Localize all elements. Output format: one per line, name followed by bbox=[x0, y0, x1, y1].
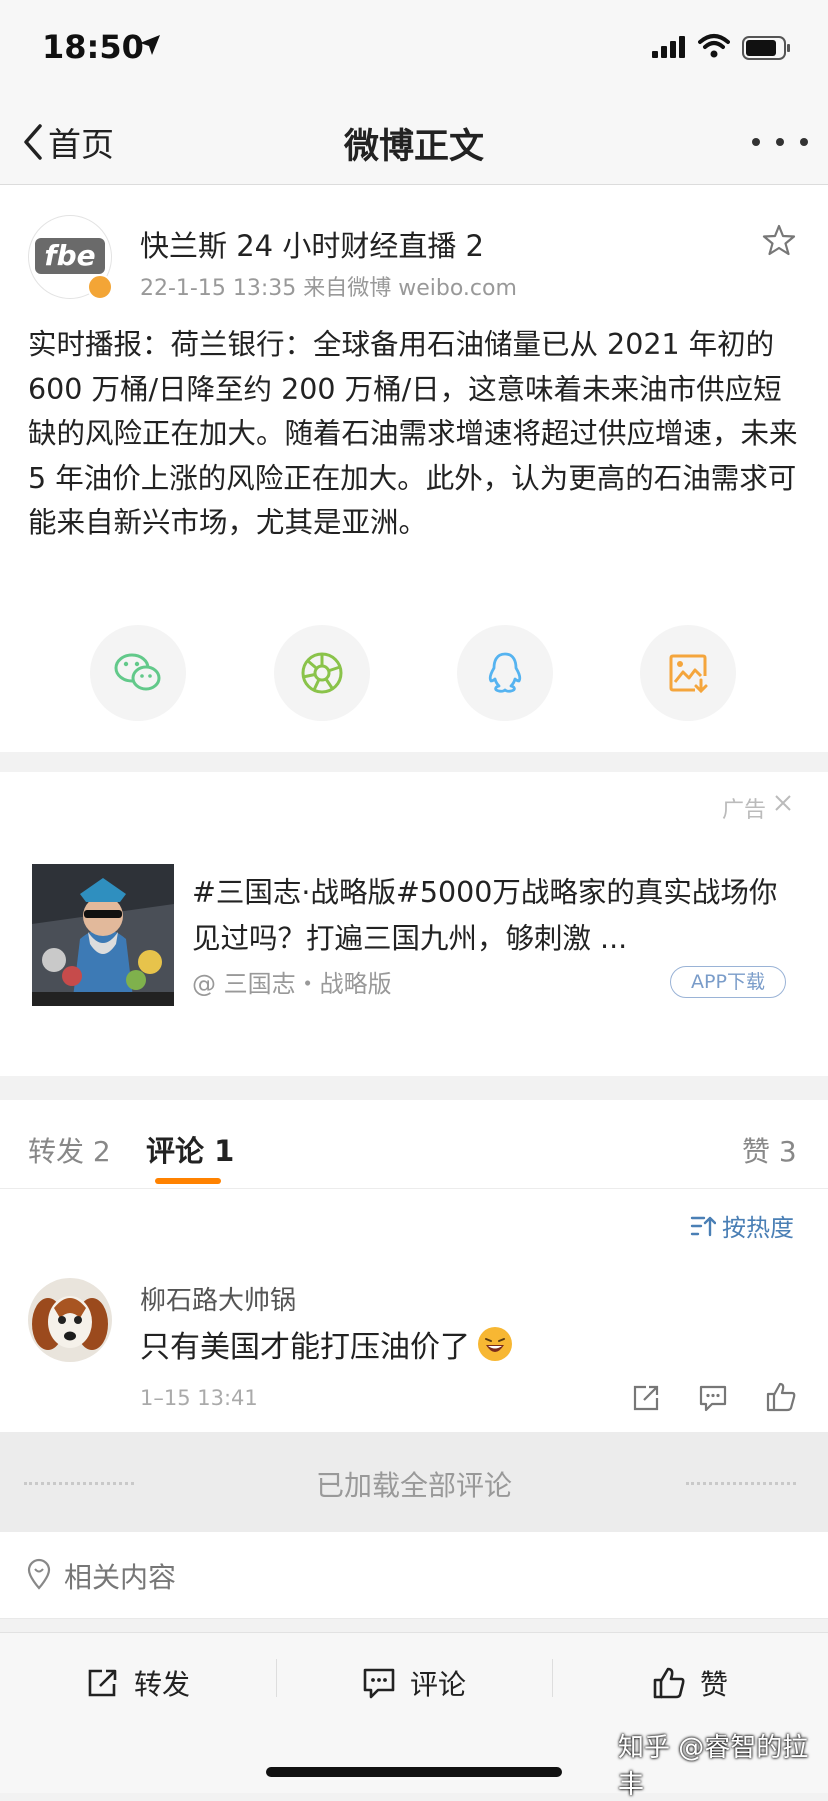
dotted-divider bbox=[686, 1482, 796, 1485]
related-content-row[interactable]: 相关内容 bbox=[0, 1532, 828, 1619]
sort-by-hot-button[interactable]: 按热度 bbox=[690, 1208, 794, 1243]
comment-icon bbox=[363, 1668, 395, 1699]
comment-label: 评论 bbox=[410, 1668, 467, 1701]
related-content-label: 相关内容 bbox=[64, 1561, 177, 1594]
comment-like-icon[interactable] bbox=[765, 1381, 797, 1413]
comment-share-icon[interactable] bbox=[632, 1384, 660, 1412]
share-wechat-button[interactable] bbox=[90, 625, 186, 721]
sort-icon bbox=[690, 1216, 716, 1236]
ad-source: @ 三国志・战略版 bbox=[192, 970, 392, 998]
status-time: 18:50 bbox=[42, 28, 144, 66]
post-meta: 22-1-15 13:35 来自微博 weibo.com bbox=[140, 276, 517, 301]
favorite-star-icon[interactable] bbox=[762, 223, 796, 257]
more-dot-icon bbox=[752, 138, 760, 146]
battery-icon bbox=[742, 36, 790, 60]
commenter-name[interactable]: 柳石路大帅锅 bbox=[140, 1280, 296, 1317]
verified-badge-icon bbox=[87, 274, 113, 300]
tab-like[interactable]: 赞 3 bbox=[742, 1130, 797, 1170]
tab-comment[interactable]: 评论 1 bbox=[146, 1128, 234, 1170]
share-qq-button[interactable] bbox=[457, 625, 553, 721]
repost-icon bbox=[88, 1669, 117, 1697]
comment-time: 1–15 13:41 bbox=[140, 1386, 258, 1410]
sort-label: 按热度 bbox=[722, 1214, 794, 1242]
page-title: 微博正文 bbox=[343, 127, 484, 167]
app-download-button[interactable]: APP下载 bbox=[670, 966, 786, 998]
save-image-button[interactable] bbox=[640, 625, 736, 721]
qq-icon bbox=[488, 652, 522, 693]
dog-avatar-image bbox=[28, 1278, 112, 1362]
ad-image[interactable] bbox=[32, 864, 174, 1006]
watermark-text: 知乎 @睿智的拉丰 bbox=[618, 1733, 809, 1800]
active-tab-indicator bbox=[155, 1178, 221, 1184]
signal-icon bbox=[652, 36, 685, 58]
post-card: fbe 快兰斯 24 小时财经直播 2 22-1-15 13:35 来自微博 w… bbox=[0, 185, 828, 752]
back-label: 首页 bbox=[48, 125, 114, 164]
more-options-button[interactable] bbox=[752, 130, 808, 154]
like-label: 赞 bbox=[700, 1668, 729, 1701]
interaction-tabs: 转发 2 评论 1 赞 3 bbox=[0, 1100, 828, 1189]
close-icon[interactable] bbox=[774, 794, 792, 812]
ad-card[interactable]: 广告 #三国志·战略版#5000万战略家的真实战场你见过吗？打遍三国九州，够刺激… bbox=[0, 772, 828, 1076]
repost-label: 转发 bbox=[134, 1668, 191, 1701]
ad-illustration bbox=[32, 864, 174, 1006]
author-name[interactable]: 快兰斯 24 小时财经直播 2 bbox=[140, 223, 484, 265]
wifi-icon bbox=[698, 34, 730, 58]
comment-body: 只有美国才能打压油价了 bbox=[140, 1330, 470, 1365]
comment-reply-icon[interactable] bbox=[698, 1384, 728, 1412]
thumbs-up-icon bbox=[653, 1667, 685, 1699]
post-text: 实时播报：荷兰银行：全球备用石油储量已从 2021 年初的 600 万桶/日降至… bbox=[28, 328, 798, 539]
moments-icon bbox=[301, 652, 343, 694]
ad-title[interactable]: #三国志·战略版#5000万战略家的真实战场你见过吗？打遍三国九州，够刺激 ..… bbox=[192, 870, 792, 962]
like-button[interactable]: 赞 bbox=[652, 1663, 728, 1703]
divider bbox=[552, 1659, 553, 1697]
laughing-emoji-icon bbox=[478, 1327, 512, 1361]
wechat-icon bbox=[114, 653, 161, 691]
back-button[interactable]: 首页 bbox=[22, 118, 114, 166]
divider bbox=[276, 1659, 277, 1697]
more-dot-icon bbox=[800, 138, 808, 146]
status-bar: 18:50 bbox=[0, 0, 828, 100]
home-indicator[interactable] bbox=[266, 1767, 562, 1777]
comments-section: 转发 2 评论 1 赞 3 按热度 柳石路大帅锅 只有美国才能打压油价了 1–1… bbox=[0, 1100, 828, 1432]
tab-repost[interactable]: 转发 2 bbox=[28, 1130, 111, 1170]
chevron-left-icon bbox=[24, 124, 42, 160]
bottom-action-bar: 转发 评论 赞 知乎 @睿智的拉丰 bbox=[0, 1632, 828, 1800]
navigation-bar: 微博正文 首页 bbox=[0, 100, 828, 185]
repost-button[interactable]: 转发 bbox=[86, 1663, 190, 1703]
location-arrow-icon bbox=[140, 35, 160, 55]
save-image-icon bbox=[669, 654, 708, 694]
comment-button[interactable]: 评论 bbox=[362, 1663, 466, 1703]
more-dot-icon bbox=[776, 138, 784, 146]
avatar-logo: fbe bbox=[35, 238, 105, 274]
comment-text: 只有美国才能打压油价了 bbox=[140, 1322, 512, 1366]
loaded-all-footer: 已加载全部评论 bbox=[0, 1432, 828, 1532]
commenter-avatar[interactable] bbox=[28, 1278, 112, 1362]
share-moments-button[interactable] bbox=[274, 625, 370, 721]
ad-label: 广告 bbox=[722, 798, 767, 823]
location-pin-icon bbox=[27, 1558, 51, 1590]
